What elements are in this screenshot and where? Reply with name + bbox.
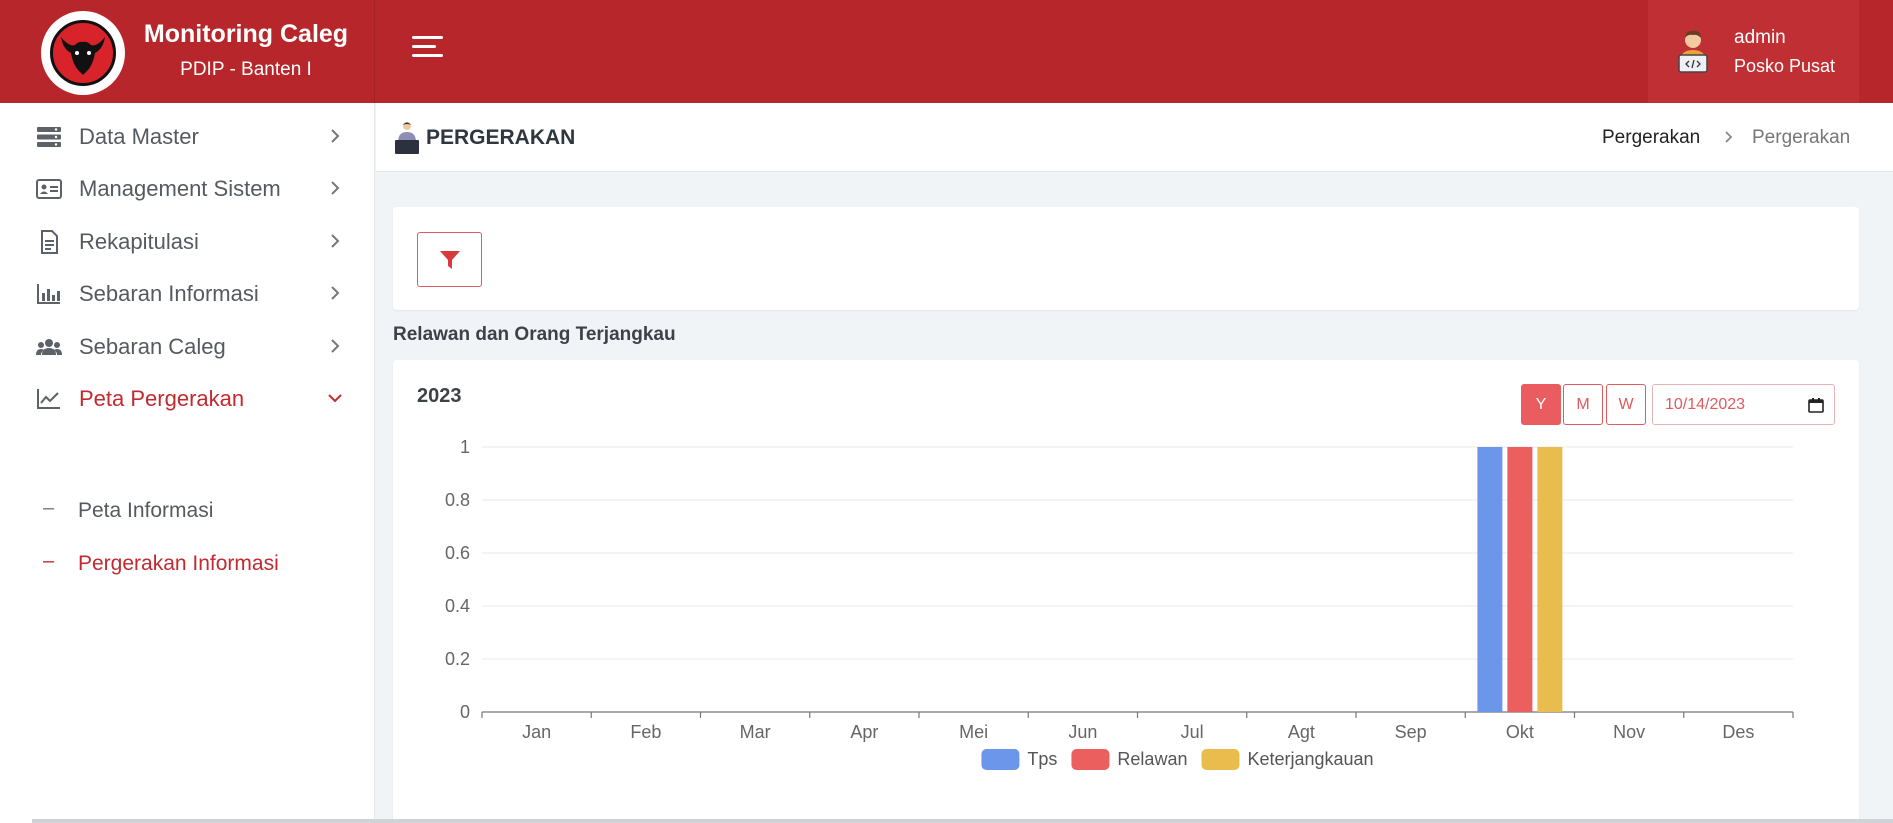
legend-swatch bbox=[1071, 749, 1110, 770]
y-tick-label: 0.4 bbox=[445, 596, 470, 616]
x-tick-label: Jun bbox=[1068, 722, 1097, 742]
legend-swatch bbox=[981, 749, 1020, 770]
y-tick-label: 0 bbox=[460, 702, 470, 722]
period-year-button[interactable]: Y bbox=[1521, 384, 1561, 425]
sidebar-item-label: Sebaran Caleg bbox=[79, 334, 226, 359]
app-title: Monitoring Caleg bbox=[143, 20, 349, 48]
x-tick-label: Sep bbox=[1395, 722, 1427, 742]
user-name: admin bbox=[1734, 27, 1786, 48]
party-logo bbox=[41, 11, 125, 95]
legend-label: Tps bbox=[1027, 749, 1057, 769]
x-tick-label: Jan bbox=[522, 722, 551, 742]
x-tick-label: Feb bbox=[630, 722, 661, 742]
legend-label: Keterjangkauan bbox=[1247, 749, 1373, 769]
sidebar-item-sebaran-informasi[interactable]: Sebaran Informasi bbox=[0, 268, 375, 320]
app-subtitle: PDIP - Banten I bbox=[180, 59, 312, 80]
breadcrumb-link[interactable]: Pergerakan bbox=[1602, 127, 1700, 149]
sidebar-item-rekapitulasi[interactable]: Rekapitulasi bbox=[0, 216, 375, 268]
user-menu[interactable]: admin Posko Pusat bbox=[1648, 0, 1859, 103]
chevron-right-icon bbox=[331, 129, 340, 143]
chevron-right-icon bbox=[331, 286, 340, 300]
calendar-icon bbox=[1808, 398, 1824, 413]
date-input[interactable]: 10/14/2023 bbox=[1652, 384, 1835, 425]
id-card-icon bbox=[36, 179, 62, 199]
sidebar-subitem-label: Pergerakan Informasi bbox=[78, 552, 279, 575]
menu-toggle-icon[interactable] bbox=[412, 36, 452, 66]
period-month-button[interactable]: M bbox=[1563, 384, 1603, 425]
dash-icon: – bbox=[43, 550, 55, 572]
chevron-down-icon bbox=[328, 394, 342, 403]
chevron-right-icon bbox=[331, 339, 340, 353]
chart-year: 2023 bbox=[417, 385, 462, 407]
date-value: 10/14/2023 bbox=[1665, 396, 1746, 413]
users-icon bbox=[36, 339, 62, 355]
server-icon bbox=[37, 127, 61, 147]
bar-keterjangkauan bbox=[1537, 447, 1563, 712]
sidebar-item-label: Peta Pergerakan bbox=[79, 386, 245, 411]
sidebar-item-label: Rekapitulasi bbox=[79, 229, 199, 254]
filter-icon bbox=[440, 251, 460, 269]
sidebar-item-label: Sebaran Informasi bbox=[79, 281, 259, 306]
user-role: Posko Pusat bbox=[1734, 56, 1836, 76]
x-tick-label: Agt bbox=[1288, 722, 1315, 742]
section-title: Relawan dan Orang Terjangkau bbox=[393, 324, 676, 345]
sidebar-item-data-master[interactable]: Data Master bbox=[0, 111, 375, 163]
chart-card: 2023 Y M W 10/14/2023 0 0.2 0.4 0.6 0.8 1 Jan F… bbox=[393, 360, 1859, 823]
person-laptop-icon bbox=[395, 122, 419, 154]
y-tick-label: 1 bbox=[460, 437, 470, 457]
y-tick-label: 0.6 bbox=[445, 543, 470, 563]
top-bar: Monitoring Caleg PDIP - Banten I admin P… bbox=[0, 0, 1893, 103]
horizontal-scrollbar[interactable] bbox=[32, 819, 1893, 823]
sidebar-subitem-pergerakan-informasi[interactable]: – Pergerakan Informasi bbox=[0, 543, 375, 583]
x-tick-label: Mar bbox=[740, 722, 771, 742]
period-week-button[interactable]: W bbox=[1606, 384, 1646, 425]
chevron-right-icon bbox=[331, 181, 340, 195]
filter-button[interactable] bbox=[417, 232, 482, 287]
line-chart-icon bbox=[37, 389, 60, 409]
sidebar-item-peta-pergerakan[interactable]: Peta Pergerakan bbox=[0, 373, 375, 425]
chevron-right-icon bbox=[331, 234, 340, 248]
bar-relawan bbox=[1507, 447, 1533, 712]
bar-chart: 0 0.2 0.4 0.6 0.8 1 Jan Feb Mar Apr Mei Jun Jul Agt Se… bbox=[445, 437, 1794, 770]
dash-icon: – bbox=[43, 497, 55, 519]
y-tick-label: 0.8 bbox=[445, 490, 470, 510]
page-title: PERGERAKAN bbox=[426, 126, 576, 149]
sidebar-item-management-sistem[interactable]: Management Sistem bbox=[0, 163, 375, 215]
bar-tps bbox=[1477, 447, 1503, 712]
sidebar-item-label: Data Master bbox=[79, 124, 199, 149]
sidebar-item-label: Management Sistem bbox=[79, 176, 281, 201]
x-tick-label: Mei bbox=[959, 722, 988, 742]
legend-label: Relawan bbox=[1117, 749, 1187, 769]
chevron-right-icon bbox=[1725, 131, 1733, 143]
avatar bbox=[1676, 28, 1710, 76]
sidebar-subitem-peta-informasi[interactable]: – Peta Informasi bbox=[0, 490, 375, 530]
brand: Monitoring Caleg PDIP - Banten I bbox=[0, 0, 375, 103]
x-tick-label: Des bbox=[1722, 722, 1754, 742]
sidebar-item-sebaran-caleg[interactable]: Sebaran Caleg bbox=[0, 321, 375, 373]
x-tick-label: Okt bbox=[1506, 722, 1534, 742]
filter-card bbox=[393, 207, 1859, 310]
sidebar-subitem-label: Peta Informasi bbox=[78, 499, 214, 522]
bar-chart-icon bbox=[37, 284, 60, 304]
y-tick-label: 0.2 bbox=[445, 649, 470, 669]
x-tick-label: Apr bbox=[850, 722, 878, 742]
document-icon bbox=[41, 230, 58, 254]
legend-swatch bbox=[1201, 749, 1240, 770]
x-tick-label: Jul bbox=[1181, 722, 1204, 742]
x-tick-label: Nov bbox=[1613, 722, 1645, 742]
breadcrumb-current: Pergerakan bbox=[1752, 127, 1851, 148]
page-header: PERGERAKAN Pergerakan Pergerakan bbox=[376, 103, 1893, 172]
sidebar: Data Master Management Sistem Rekapitula… bbox=[0, 103, 375, 823]
